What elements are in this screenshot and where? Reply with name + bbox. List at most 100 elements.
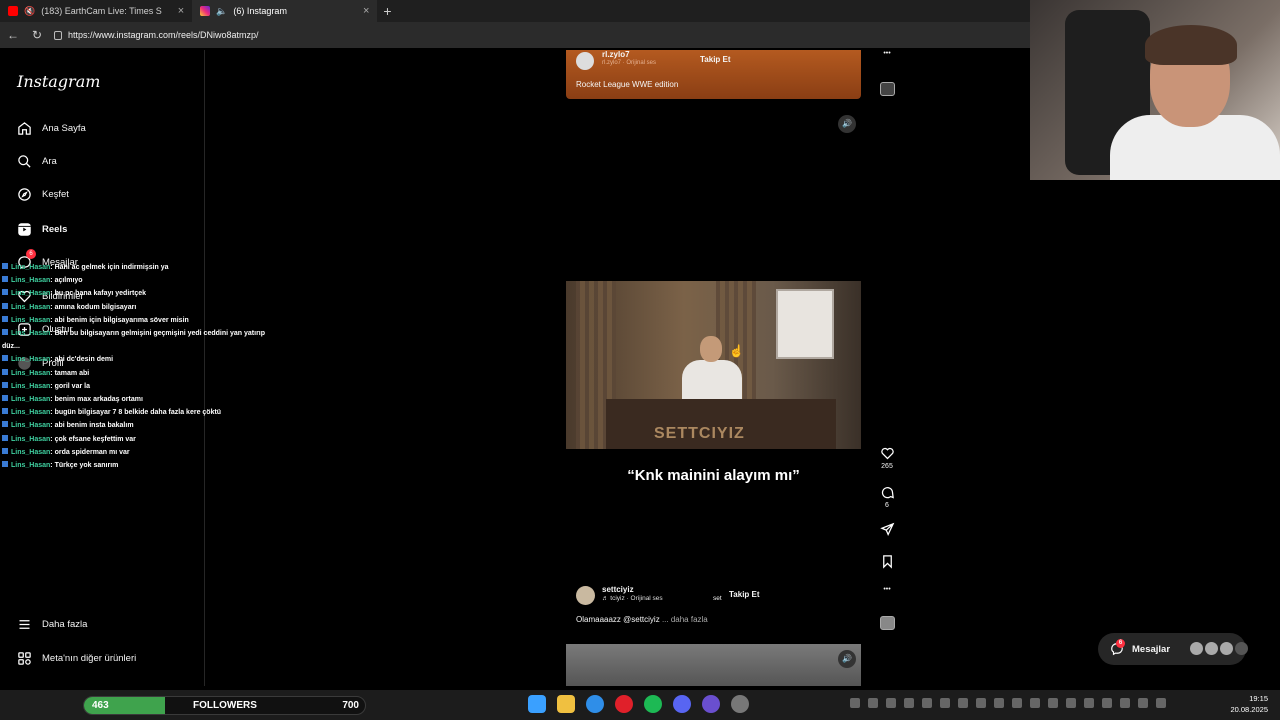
reel-caption: Olamaaaazz @settciyiz ... daha fazla [576, 615, 708, 624]
discord-icon[interactable] [673, 695, 691, 713]
audio-thumbnail-icon[interactable] [875, 82, 899, 98]
file-explorer-icon[interactable] [557, 695, 575, 713]
tray-icon[interactable] [1084, 698, 1094, 708]
reel-next[interactable] [566, 644, 861, 686]
tray-icon[interactable] [994, 698, 1004, 708]
sidebar-item-reels[interactable]: Reels [16, 221, 67, 237]
reel-caption: Rocket League WWE edition [576, 80, 679, 89]
chat-message: Lins_Hasan: abi benim insta bakalım [2, 419, 272, 432]
tray-icon[interactable] [1030, 698, 1040, 708]
tab-label: (183) EarthCam Live: Times S [41, 6, 162, 16]
reload-icon[interactable]: ↻ [30, 28, 44, 42]
tray-icon[interactable] [850, 698, 860, 708]
like-button[interactable]: 265 [875, 446, 899, 470]
reel-audio[interactable]: ♬ tciyiz · Orijinal ses [602, 595, 663, 602]
sidebar-item-search[interactable]: Ara [16, 153, 57, 169]
tray-icon[interactable] [1120, 698, 1130, 708]
chat-text: : goril var la [50, 382, 90, 390]
share-button[interactable] [875, 522, 899, 539]
chat-badge-icon [2, 329, 8, 336]
url-field[interactable]: https://www.instagram.com/reels/DNiwo8at… [54, 30, 259, 40]
reel-username[interactable]: settciyiz [602, 585, 634, 594]
edge-icon[interactable] [586, 695, 604, 713]
reel-audio[interactable]: rl.zylo7 · Orijinal ses [602, 60, 656, 66]
tray-icon[interactable] [886, 698, 896, 708]
chat-badge-icon [2, 381, 8, 388]
more-options-icon[interactable]: ••• [875, 50, 899, 57]
reel-username[interactable]: rl.zylo7 [602, 50, 630, 59]
sidebar-item-home[interactable]: Ana Sayfa [16, 120, 86, 136]
tab-earthcam[interactable]: 🔇 (183) EarthCam Live: Times S × [0, 0, 192, 22]
tray-icon[interactable] [940, 698, 950, 708]
youtube-icon [8, 6, 18, 16]
chat-username: Lins_Hasan [11, 409, 51, 417]
tray-icon[interactable] [1138, 698, 1148, 708]
system-tray [850, 698, 1166, 708]
reel-previous[interactable]: rl.zylo7 rl.zylo7 · Orijinal ses Takip E… [566, 50, 861, 99]
close-tab-icon[interactable]: × [363, 5, 369, 17]
messages-pill[interactable]: 6 Mesajlar [1098, 633, 1248, 665]
sidebar-item-label: Ana Sayfa [42, 122, 86, 134]
windows-start-icon[interactable] [528, 695, 546, 713]
speaker-icon[interactable]: 🔈 [216, 6, 227, 17]
sidebar-item-explore[interactable]: Keşfet [16, 186, 69, 202]
sidebar-item-label: Meta'nın diğer ürünleri [42, 652, 137, 664]
close-tab-icon[interactable]: × [178, 5, 184, 17]
comment-count: 6 [885, 502, 889, 509]
chat-message: Lins_Hasan: orda spiderman mı var [2, 446, 272, 459]
sidebar-item-more[interactable]: Daha fazla [16, 616, 87, 632]
taskbar-apps [528, 695, 749, 713]
comment-button[interactable]: 6 [875, 485, 899, 509]
chat-username: Lins_Hasan [11, 290, 51, 298]
home-icon [16, 120, 32, 136]
tray-icon[interactable] [958, 698, 968, 708]
cursor-icon: ☝ [729, 344, 744, 358]
more-options-icon[interactable]: ••• [875, 586, 899, 593]
tray-icon[interactable] [1156, 698, 1166, 708]
save-button[interactable] [875, 554, 899, 571]
avatar[interactable] [576, 586, 595, 605]
obs-icon[interactable] [731, 695, 749, 713]
speaker-icon[interactable]: 🔊 [838, 115, 856, 133]
tray-icon[interactable] [976, 698, 986, 708]
sidebar-item-meta-products[interactable]: Meta'nın diğer ürünleri [16, 650, 136, 666]
speaker-icon[interactable]: 🔊 [838, 650, 856, 668]
tray-icon[interactable] [904, 698, 914, 708]
tray-icon[interactable] [1102, 698, 1112, 708]
mute-icon[interactable]: 🔇 [24, 6, 35, 17]
chat-message: Lins_Hasan: benim max arkadaş ortamı [2, 393, 272, 406]
like-count: 265 [881, 463, 893, 470]
opera-icon[interactable] [615, 695, 633, 713]
tab-instagram[interactable]: 🔈 (6) Instagram × [192, 0, 378, 22]
chat-text: : bugün bilgisayar 7 8 belkide daha fazl… [50, 409, 222, 417]
chat-text: : açılmıyo [50, 277, 83, 285]
reel-video[interactable]: SETTCIYIZ ☝ [566, 281, 861, 449]
app-icon[interactable] [702, 695, 720, 713]
new-tab-button[interactable]: + [383, 3, 391, 19]
system-clock[interactable]: 19:15 20.08.2025 [1230, 693, 1268, 715]
followers-goal: 700 [342, 700, 359, 711]
audio-thumbnail-icon[interactable] [875, 616, 899, 632]
tray-icon[interactable] [922, 698, 932, 708]
messages-label: Mesajlar [1132, 643, 1171, 655]
chat-message: Lins_Hasan: Hani ac gelmek için indirmiş… [2, 261, 272, 274]
follow-button[interactable]: Takip Et [729, 590, 760, 599]
back-icon[interactable]: ← [6, 28, 20, 42]
url-text: https://www.instagram.com/reels/DNiwo8at… [68, 30, 259, 40]
chat-message: Lins_Hasan: goril var la [2, 380, 272, 393]
tray-icon[interactable] [1048, 698, 1058, 708]
sidebar-item-label: Reels [42, 223, 68, 235]
tray-icon[interactable] [1012, 698, 1022, 708]
notification-badge: 6 [26, 249, 36, 259]
follow-button[interactable]: Takip Et [700, 55, 731, 64]
tray-icon[interactable] [868, 698, 878, 708]
chat-badge-icon [2, 395, 8, 402]
sidebar-item-label: Keşfet [42, 188, 69, 200]
instagram-logo[interactable]: Instagram [17, 72, 100, 91]
avatar[interactable] [576, 52, 594, 70]
spotify-icon[interactable] [644, 695, 662, 713]
chat-message: Lins_Hasan: abi dc'desin demi [2, 353, 272, 366]
caption-more-link[interactable]: ... daha fazla [662, 615, 708, 624]
tray-icon[interactable] [1066, 698, 1076, 708]
chat-text: : tamam abi [50, 369, 90, 377]
